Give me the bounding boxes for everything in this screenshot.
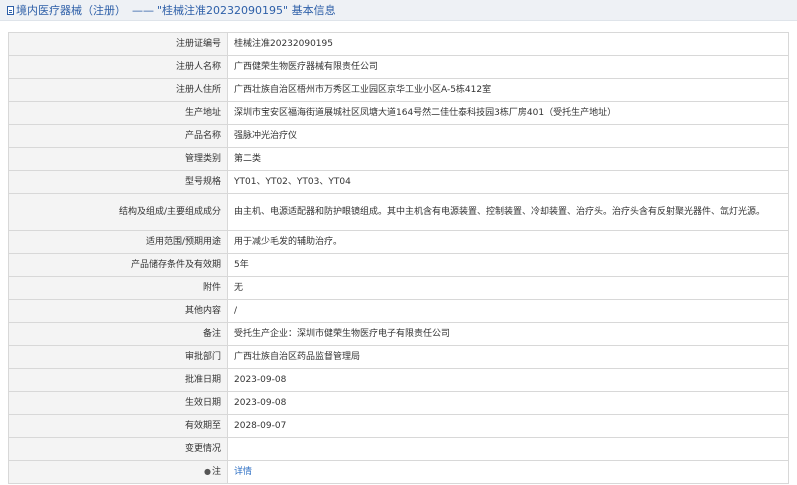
row-value-product-name: 强脉冲光治疗仪 xyxy=(227,124,789,148)
row-label-management-category: 管理类别 xyxy=(8,147,228,171)
row-label-note: ●注 xyxy=(8,460,228,484)
table-row: 注册人名称 广西健荣生物医疗器械有限责任公司 xyxy=(8,55,789,79)
table-row: 型号规格 YT01、YT02、YT03、YT04 xyxy=(8,170,789,194)
row-label-effective-date: 生效日期 xyxy=(8,391,228,415)
category-link[interactable]: 境内医疗器械（注册） xyxy=(16,2,126,18)
row-label-production-address: 生产地址 xyxy=(8,101,228,125)
row-label-approval-date: 批准日期 xyxy=(8,368,228,392)
row-value-intended-use: 用于减少毛发的辅助治疗。 xyxy=(227,230,789,254)
row-label-intended-use: 适用范围/预期用途 xyxy=(8,230,228,254)
note-icon: ● xyxy=(204,467,211,476)
note-label: 注 xyxy=(211,467,221,477)
breadcrumb-header: 境内医疗器械（注册） —— "桂械注准20232090195" 基本信息 xyxy=(0,0,797,21)
row-value-structure-composition: 由主机、电源适配器和防护眼镜组成。其中主机含有电源装置、控制装置、冷却装置、治疗… xyxy=(227,193,789,231)
table-row: 变更情况 xyxy=(8,437,789,461)
table-row: 适用范围/预期用途 用于减少毛发的辅助治疗。 xyxy=(8,230,789,254)
row-value-production-address: 深圳市宝安区福海街道展城社区凤塘大道164号然二佳仕泰科技园3栋厂房401（受托… xyxy=(227,101,789,125)
table-row: 结构及组成/主要组成成分 由主机、电源适配器和防护眼镜组成。其中主机含有电源装置… xyxy=(8,193,789,231)
table-row: 生效日期 2023-09-08 xyxy=(8,391,789,415)
row-label-registrant-name: 注册人名称 xyxy=(8,55,228,79)
table-row: 有效期至 2028-09-07 xyxy=(8,414,789,438)
registration-detail-table: 注册证编号 桂械注准20232090195 注册人名称 广西健荣生物医疗器械有限… xyxy=(8,32,789,484)
row-label-structure-composition: 结构及组成/主要组成成分 xyxy=(8,193,228,231)
row-value-registration-number: 桂械注准20232090195 xyxy=(227,32,789,56)
table-row: 批准日期 2023-09-08 xyxy=(8,368,789,392)
row-label-storage-validity: 产品储存条件及有效期 xyxy=(8,253,228,277)
table-row: 审批部门 广西壮族自治区药品监督管理局 xyxy=(8,345,789,369)
table-row: 管理类别 第二类 xyxy=(8,147,789,171)
row-label-change-status: 变更情况 xyxy=(8,437,228,461)
row-value-remarks: 受托生产企业：深圳市健荣生物医疗电子有限责任公司 xyxy=(227,322,789,346)
row-label-registration-number: 注册证编号 xyxy=(8,32,228,56)
row-value-registrant-address: 广西壮族自治区梧州市万秀区工业园区京华工业小区A-5栋412室 xyxy=(227,78,789,102)
row-value-approval-date: 2023-09-08 xyxy=(227,368,789,392)
row-label-other-content: 其他内容 xyxy=(8,299,228,323)
row-label-attachment: 附件 xyxy=(8,276,228,300)
row-value-model-spec: YT01、YT02、YT03、YT04 xyxy=(227,170,789,194)
row-label-registrant-address: 注册人住所 xyxy=(8,78,228,102)
table-row: 生产地址 深圳市宝安区福海街道展城社区凤塘大道164号然二佳仕泰科技园3栋厂房4… xyxy=(8,101,789,125)
table-row: ●注 详情 xyxy=(8,460,789,484)
document-icon xyxy=(7,5,14,15)
row-value-approval-department: 广西壮族自治区药品监督管理局 xyxy=(227,345,789,369)
breadcrumb-separator: —— xyxy=(132,3,154,17)
row-value-effective-date: 2023-09-08 xyxy=(227,391,789,415)
row-value-attachment: 无 xyxy=(227,276,789,300)
row-value-storage-validity: 5年 xyxy=(227,253,789,277)
table-row: 注册人住所 广西壮族自治区梧州市万秀区工业园区京华工业小区A-5栋412室 xyxy=(8,78,789,102)
row-label-approval-department: 审批部门 xyxy=(8,345,228,369)
row-value-valid-until: 2028-09-07 xyxy=(227,414,789,438)
table-row: 其他内容 / xyxy=(8,299,789,323)
row-label-product-name: 产品名称 xyxy=(8,124,228,148)
row-label-valid-until: 有效期至 xyxy=(8,414,228,438)
table-row: 注册证编号 桂械注准20232090195 xyxy=(8,32,789,56)
row-value-note: 详情 xyxy=(227,460,789,484)
row-label-remarks: 备注 xyxy=(8,322,228,346)
row-value-change-status xyxy=(227,437,789,461)
row-value-other-content: / xyxy=(227,299,789,323)
details-link[interactable]: 详情 xyxy=(234,467,252,477)
table-row: 产品储存条件及有效期 5年 xyxy=(8,253,789,277)
row-value-management-category: 第二类 xyxy=(227,147,789,171)
row-label-model-spec: 型号规格 xyxy=(8,170,228,194)
row-value-registrant-name: 广西健荣生物医疗器械有限责任公司 xyxy=(227,55,789,79)
table-row: 备注 受托生产企业：深圳市健荣生物医疗电子有限责任公司 xyxy=(8,322,789,346)
table-row: 产品名称 强脉冲光治疗仪 xyxy=(8,124,789,148)
table-row: 附件 无 xyxy=(8,276,789,300)
page-title: "桂械注准20232090195" 基本信息 xyxy=(157,4,336,17)
